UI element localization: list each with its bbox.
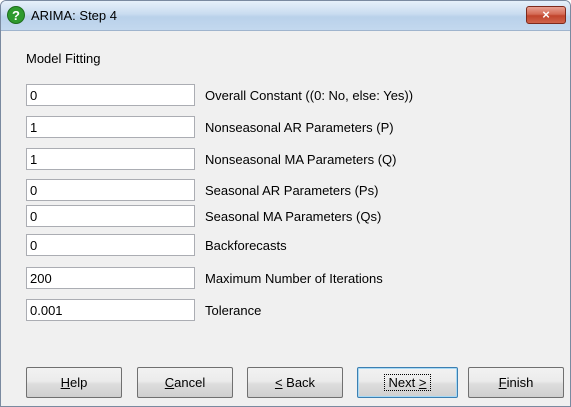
next-mnemonic: > [418,375,427,390]
finish-label: inish [506,375,534,390]
overall-constant-field[interactable] [26,84,195,106]
back-label: Back [282,375,316,390]
max-iterations-field[interactable] [26,267,195,289]
close-button[interactable]: × [526,6,566,24]
finish-mnemonic: F [498,375,507,390]
overall-constant-label: Overall Constant ((0: No, else: Yes)) [205,88,414,103]
next-focus-rect: Next > [383,374,432,391]
cancel-button[interactable]: Cancel [137,367,233,398]
nonseasonal-ma-label: Nonseasonal MA Parameters (Q) [205,152,397,167]
seasonal-ar-field[interactable] [26,179,195,201]
back-mnemonic: < [274,375,283,390]
nonseasonal-ar-field[interactable] [26,116,195,138]
nonseasonal-ar-label: Nonseasonal AR Parameters (P) [205,120,394,135]
nonseasonal-ma-field[interactable] [26,148,195,170]
backforecasts-label: Backforecasts [205,238,287,253]
help-question-icon: ? [7,6,25,24]
close-icon: × [542,7,550,22]
dialog-window: ? ARIMA: Step 4 × Model Fitting Overall … [0,0,571,407]
help-label: elp [70,375,88,390]
seasonal-ar-label: Seasonal AR Parameters (Ps) [205,183,379,198]
seasonal-ma-label: Seasonal MA Parameters (Qs) [205,209,382,224]
help-button[interactable]: Help [26,367,122,398]
tolerance-label: Tolerance [205,303,262,318]
next-label: Next [388,375,419,390]
cancel-mnemonic: C [164,375,175,390]
max-iterations-label: Maximum Number of Iterations [205,271,383,286]
section-title: Model Fitting [26,51,101,66]
help-mnemonic: H [60,375,71,390]
seasonal-ma-field[interactable] [26,205,195,227]
next-button[interactable]: Next > [357,367,458,398]
finish-button[interactable]: Finish [468,367,564,398]
svg-text:?: ? [12,8,20,23]
tolerance-field[interactable] [26,299,195,321]
backforecasts-field[interactable] [26,234,195,256]
title-bar[interactable]: ? ARIMA: Step 4 × [1,1,570,31]
back-button[interactable]: < Back [247,367,343,398]
cancel-label: ancel [174,375,206,390]
window-title: ARIMA: Step 4 [31,8,117,23]
